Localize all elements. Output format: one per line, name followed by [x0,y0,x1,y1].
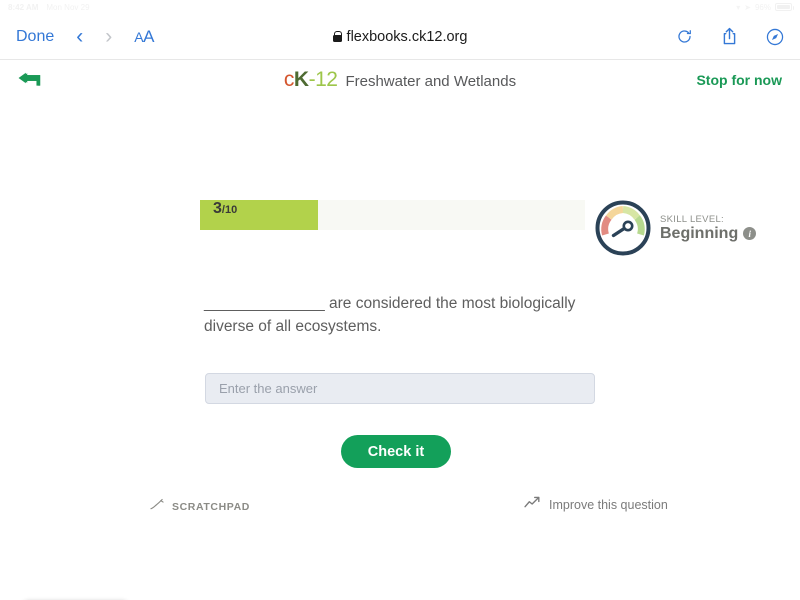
trend-up-icon [524,496,541,514]
lock-icon [332,31,343,42]
battery-icon [775,3,794,11]
back-button[interactable]: ‹ [76,26,83,47]
progress-bar-fill: 3 /10 [200,200,318,230]
info-icon[interactable]: i [743,227,757,240]
app-header: cK-12 Freshwater and Wetlands Stop for n… [0,60,800,100]
back-arrow-icon[interactable] [18,72,42,89]
battery-percent: 96% [754,2,771,12]
scratchpad-label: SCRATCHPAD [172,501,250,513]
compass-icon[interactable] [766,28,784,46]
text-size-button[interactable]: AA [134,27,154,47]
skill-level-widget: SKILL LEVEL: Beginning i [595,200,757,256]
done-button[interactable]: Done [16,28,54,46]
header-title-group: cK-12 Freshwater and Wetlands [0,68,800,92]
ck12-logo: cK-12 [283,68,338,91]
stop-for-now-button[interactable]: Stop for now [696,72,782,88]
share-icon[interactable] [721,27,738,46]
status-bar-right: ▾ ➤ 96% [736,2,794,12]
question-text: ______________ are considered the most b… [204,295,576,335]
status-bar-time: 8:42 AM [8,2,39,12]
skill-level-label: SKILL LEVEL: [660,213,724,225]
status-bar-date: Mon Nov 29 [46,2,90,12]
scratchpad-button[interactable]: SCRATCHPAD [150,498,250,516]
improve-question-label: Improve this question [549,498,668,512]
skill-level-value: Beginning [660,224,739,242]
improve-question-button[interactable]: Improve this question [524,496,668,514]
reload-icon[interactable] [676,28,693,45]
pencil-icon [150,498,165,516]
main-content: 3 /10 SKILL LEVEL: Beginning i _________… [0,100,800,600]
page-title: Freshwater and Wetlands [345,73,517,90]
browser-toolbar-left: Done ‹ › AA [16,26,154,47]
progress-total: /10 [221,204,238,216]
skill-level-text: SKILL LEVEL: Beginning i [660,213,757,243]
check-it-button[interactable]: Check it [341,435,451,468]
url-text: flexbooks.ck12.org [346,28,468,45]
progress-current: 3 [213,200,222,217]
status-bar-left: 8:42 AM Mon Nov 29 [8,3,90,12]
answer-input[interactable] [205,373,595,404]
browser-toolbar: Done ‹ › AA flexbooks.ck12.org [0,14,800,60]
location-arrow-icon: ➤ [744,2,751,12]
progress-bar: 3 /10 [200,200,585,230]
skill-gauge-icon [595,200,651,256]
browser-toolbar-right [676,27,784,46]
forward-button: › [105,25,113,48]
wifi-icon: ▾ [736,2,741,12]
ios-status-bar: 8:42 AM Mon Nov 29 ▾ ➤ 96% [0,0,800,14]
